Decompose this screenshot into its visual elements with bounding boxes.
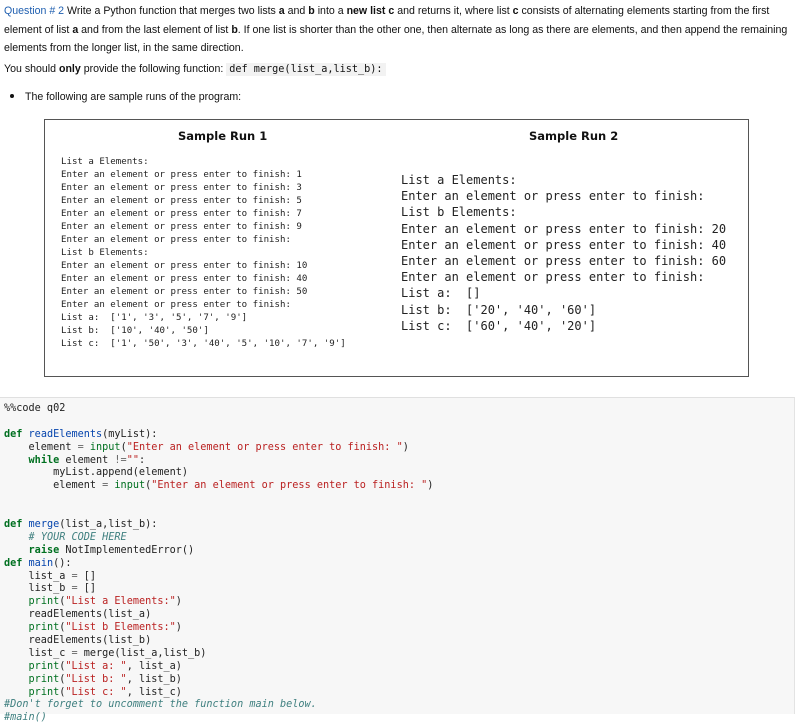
- run-line: List b: ['10', '40', '50']: [61, 326, 209, 336]
- run-line: Enter an element or press enter to finis…: [61, 222, 302, 232]
- run-line: Enter an element or press enter to finis…: [401, 237, 727, 252]
- question-text: Question # 2 Write a Python function tha…: [4, 5, 788, 54]
- code-line: myList.append(element): [4, 467, 189, 479]
- code-line: print("List c: ", list_c): [28, 686, 182, 698]
- run-line: Enter an element or press enter to finis…: [401, 270, 705, 285]
- function-signature: def merge(list_a,list_b):: [226, 63, 386, 76]
- code-editor[interactable]: %%code q02 def readElements(myList): ele…: [4, 403, 433, 725]
- sample-run-1-title: Sample Run 1: [178, 129, 268, 143]
- code-line: element = input("Enter an element or pre…: [4, 441, 409, 453]
- run-line: Enter an element or press enter to finis…: [61, 300, 291, 310]
- code-line: while element !="":: [28, 454, 146, 466]
- bullet-item: The following are sample runs of the pro…: [10, 88, 241, 106]
- code-line: #main(): [4, 712, 47, 724]
- run-line: List a: ['1', '3', '5', '7', '9']: [61, 313, 248, 323]
- only-emphasis: only: [58, 63, 81, 75]
- run-line: List b Elements:: [61, 248, 149, 258]
- run-line: List c: ['1', '50', '3', '40', '5', '10'…: [61, 339, 346, 349]
- code-line: element = input("Enter an element or pre…: [4, 480, 434, 492]
- run-line: List b: ['20', '40', '60']: [401, 302, 597, 317]
- run-line: Enter an element or press enter to finis…: [61, 170, 302, 180]
- code-line: def main():: [4, 557, 72, 569]
- code-line: def readElements(myList):: [4, 428, 158, 440]
- code-line: raise NotImplementedError(): [28, 544, 195, 556]
- code-line: %%code q02: [4, 403, 66, 414]
- run-line: List a Elements:: [61, 157, 149, 167]
- run-line: Enter an element or press enter to finis…: [401, 189, 705, 204]
- bullet-dot-icon: [10, 94, 14, 99]
- code-line: #Don't forget to uncomment the function …: [4, 699, 317, 711]
- code-line: list_b = []: [4, 583, 97, 595]
- run-line: Enter an element or press enter to finis…: [61, 274, 308, 284]
- run-line: Enter an element or press enter to finis…: [61, 196, 302, 206]
- code-line: print("List a Elements:"): [28, 596, 182, 608]
- code-line: print("List b Elements:"): [28, 622, 182, 634]
- question-label: Question # 2: [4, 5, 65, 17]
- sample-run-1-output: List a Elements: Enter an element or pre…: [61, 156, 346, 351]
- run-line: Enter an element or press enter to finis…: [61, 261, 308, 271]
- run-line: Enter an element or press enter to finis…: [61, 209, 302, 219]
- run-line: Enter an element or press enter to finis…: [61, 287, 308, 297]
- run-line: List c: ['60', '40', '20']: [401, 318, 597, 333]
- sample-run-2-output: List a Elements: Enter an element or pre…: [401, 172, 726, 334]
- code-line: # YOUR CODE HERE: [28, 531, 127, 543]
- run-line: List a: []: [401, 286, 481, 301]
- code-line: print("List b: ", list_b): [28, 673, 182, 685]
- code-cell[interactable]: %%code q02 def readElements(myList): ele…: [0, 397, 795, 723]
- code-line: list_c = merge(list_a,list_b): [4, 647, 207, 659]
- sample-run-2-title: Sample Run 2: [529, 129, 619, 143]
- instruction-line: You should only provide the following fu…: [4, 60, 386, 79]
- run-line: List a Elements:: [401, 173, 517, 187]
- run-line: Enter an element or press enter to finis…: [61, 183, 302, 193]
- code-line: readElements(list_b): [4, 635, 152, 647]
- run-line: Enter an element or press enter to finis…: [61, 235, 291, 245]
- code-line: def merge(list_a,list_b):: [4, 519, 158, 531]
- code-line: print("List a: ", list_a): [28, 660, 182, 672]
- code-line: readElements(list_a): [4, 609, 152, 621]
- run-line: Enter an element or press enter to finis…: [401, 221, 727, 236]
- run-line: List b Elements:: [401, 205, 517, 220]
- run-line: Enter an element or press enter to finis…: [401, 253, 727, 268]
- sample-runs-box: Sample Run 1 Sample Run 2 List a Element…: [44, 119, 749, 377]
- code-line: list_a = []: [4, 570, 97, 582]
